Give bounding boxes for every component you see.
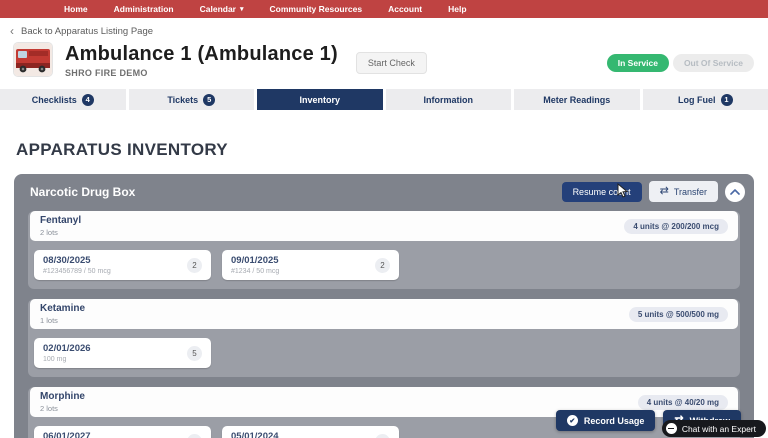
tab-meter-readings[interactable]: Meter Readings	[514, 89, 640, 110]
back-link-label: Back to Apparatus Listing Page	[21, 25, 154, 37]
drug-lots-count: 1 lots	[40, 316, 58, 325]
drug-name: Morphine	[40, 391, 85, 402]
lot-count-badge: 3	[375, 433, 390, 438]
lot-count-badge: 1	[187, 433, 202, 438]
nav-item-home[interactable]: Home	[64, 4, 88, 14]
transfer-icon: ⇄	[659, 185, 669, 197]
chat-icon	[665, 423, 677, 434]
drug-header: Ketamine 1 lots 5 units @ 500/500 mg	[30, 299, 738, 329]
back-link[interactable]: ‹ Back to Apparatus Listing Page	[0, 18, 768, 40]
lots-row: 02/01/2026 100 mg 5	[28, 331, 740, 377]
resume-count-button[interactable]: Resume count	[561, 181, 642, 202]
tab-checklists[interactable]: Checklists 4	[0, 89, 126, 110]
lot-card[interactable]: 08/30/2025 #123456789 / 50 mcg 2	[34, 250, 211, 280]
lot-card[interactable]: 09/01/2025 #1234 / 50 mcg 2	[222, 250, 399, 280]
lot-count-badge: 5	[187, 345, 202, 361]
nav-item-community-resources[interactable]: Community Resources	[270, 4, 363, 14]
top-nav-bar: Home Administration Calendar ▾ Community …	[0, 0, 768, 18]
tab-tickets[interactable]: Tickets 5	[128, 89, 254, 110]
transfer-button[interactable]: ⇄ Transfer	[648, 181, 718, 202]
nav-item-administration[interactable]: Administration	[114, 4, 174, 14]
chevron-left-icon: ‹	[10, 24, 14, 38]
lots-row: 08/30/2025 #123456789 / 50 mcg 2 09/01/2…	[28, 243, 740, 289]
tab-inventory[interactable]: Inventory	[257, 89, 383, 110]
drug-section-ketamine: Ketamine 1 lots 5 units @ 500/500 mg 02/…	[28, 299, 740, 377]
chevron-up-icon	[730, 188, 740, 195]
chevron-down-icon: ▾	[239, 6, 244, 13]
drug-lots-count: 2 lots	[40, 228, 58, 237]
apparatus-thumbnail	[14, 43, 52, 76]
panel-title: Narcotic Drug Box	[30, 184, 136, 199]
panel-actions: Resume count ⇄ Transfer	[561, 181, 745, 202]
tickets-count-badge: 5	[203, 93, 216, 106]
tab-information[interactable]: Information	[385, 89, 511, 110]
in-service-button[interactable]: In Service	[606, 54, 669, 72]
apparatus-header: Ambulance 1 (Ambulance 1) SHRO FIRE DEMO…	[0, 40, 768, 78]
drug-lots-count: 2 lots	[40, 404, 58, 413]
apparatus-title-block: Ambulance 1 (Ambulance 1) SHRO FIRE DEMO	[65, 43, 338, 78]
nav-item-account[interactable]: Account	[388, 4, 422, 14]
log-fuel-count-badge: 1	[720, 93, 733, 106]
check-circle-icon: ✔	[566, 415, 578, 426]
lot-card[interactable]: 06/01/2027 10 mg 1	[34, 426, 211, 438]
drug-section-fentanyl: Fentanyl 2 lots 4 units @ 200/200 mcg 08…	[28, 211, 740, 289]
service-status-toggle: In Service Out Of Service	[606, 54, 754, 72]
chat-with-expert-button[interactable]: Chat with an Expert	[661, 420, 766, 437]
lot-count-badge: 2	[187, 257, 202, 273]
drug-header: Fentanyl 2 lots 4 units @ 200/200 mcg	[30, 211, 738, 241]
section-heading: APPARATUS INVENTORY	[16, 140, 228, 159]
out-of-service-button[interactable]: Out Of Service	[672, 54, 754, 72]
drug-units-badge: 5 units @ 500/500 mg	[628, 306, 728, 322]
drug-name: Fentanyl	[40, 215, 82, 226]
collapse-panel-button[interactable]	[725, 181, 745, 202]
drug-units-badge: 4 units @ 200/200 mcg	[624, 218, 728, 234]
start-check-button[interactable]: Start Check	[355, 52, 427, 74]
page-title: Ambulance 1 (Ambulance 1)	[65, 43, 338, 65]
tab-log-fuel[interactable]: Log Fuel 1	[642, 89, 768, 110]
lot-count-badge: 2	[375, 257, 390, 273]
record-usage-button[interactable]: ✔ Record Usage	[555, 410, 656, 431]
panel-header: Narcotic Drug Box Resume count ⇄ Transfe…	[14, 174, 754, 209]
tab-bar: Checklists 4 Tickets 5 Inventory Informa…	[0, 89, 768, 110]
narcotic-drug-box-panel: Narcotic Drug Box Resume count ⇄ Transfe…	[14, 174, 754, 438]
nav-item-help[interactable]: Help	[448, 4, 466, 14]
drug-units-badge: 4 units @ 40/20 mg	[637, 394, 728, 410]
nav-item-calendar[interactable]: Calendar ▾	[200, 4, 244, 14]
drug-name: Ketamine	[40, 303, 86, 314]
lot-card[interactable]: 05/01/2024 10 mg 3	[222, 426, 399, 438]
lot-card[interactable]: 02/01/2026 100 mg 5	[34, 338, 211, 368]
checklists-count-badge: 4	[81, 93, 94, 106]
agency-subtitle: SHRO FIRE DEMO	[65, 68, 148, 78]
